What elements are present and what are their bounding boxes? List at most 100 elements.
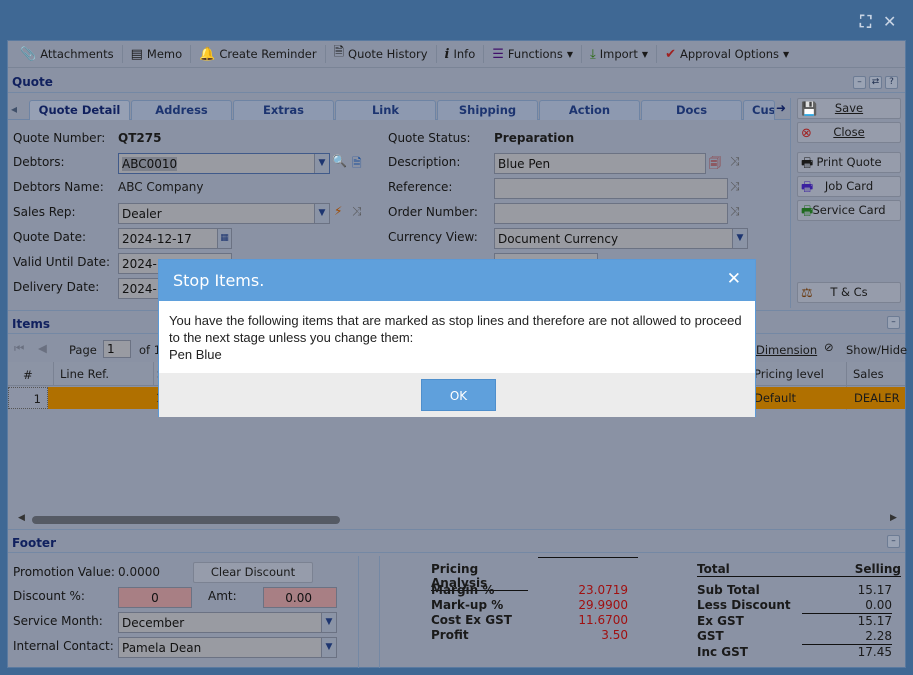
info-button[interactable]: i Info [437,45,485,63]
collapse-icon[interactable]: – [887,535,900,548]
attachments-button[interactable]: 📎 Attachments [12,45,123,63]
totals-row-label: Ex GST [697,614,744,628]
ok-button[interactable]: OK [421,379,496,411]
totals-row-label: Inc GST [697,645,748,659]
quote-panel-header: Quote [8,69,905,93]
shuffle-icon[interactable]: ⤨ [730,154,740,169]
chevron-down-icon[interactable]: ▼ [321,613,336,632]
scrollbar-thumb[interactable] [32,516,340,524]
pricing-row-value: 23.0719 [578,583,628,597]
print-quote-button[interactable]: 🖶 Print Quote [797,152,901,173]
tab-scroll-right-icon[interactable]: ➜ [776,101,786,115]
help-icon[interactable]: ? [885,76,898,89]
copy-icon[interactable]: 🗐 [709,154,721,175]
pricing-row-label: Profit [431,628,469,642]
clear-discount-button[interactable]: Clear Discount [193,562,313,583]
shuffle-icon[interactable]: ⤨ [730,179,740,194]
chevron-down-icon[interactable]: ▼ [321,638,336,657]
amt-input[interactable]: 0.00 [263,587,337,608]
service-card-button[interactable]: 🖶 Service Card [797,200,901,221]
quote-history-label: Quote History [348,47,428,61]
debtors-name-label: Debtors Name: [13,180,104,194]
chevron-down-icon[interactable]: ▼ [314,204,329,223]
pricing-row: Margin % 23.0719 [431,583,628,598]
approval-options-button[interactable]: ✔ Approval Options ▼ [657,45,797,63]
page-input[interactable]: 1 [103,340,131,358]
column-header-num[interactable]: # [23,368,33,382]
show-hide-button[interactable]: Show/Hide [846,343,907,357]
discount-input[interactable]: 0 [118,587,192,608]
refresh-icon[interactable]: ⇄ [869,76,882,89]
tab-quote-detail[interactable]: Quote Detail [29,100,130,120]
internal-contact-combo[interactable]: Pamela Dean ▼ [118,637,337,658]
column-header-pricing-level[interactable]: Pricing level [754,362,824,386]
history-icon: 🗎 [333,45,345,60]
shuffle-icon[interactable]: ⤨ [352,204,362,219]
tab-address[interactable]: Address [131,100,232,120]
memo-button[interactable]: ▤ Memo [123,45,192,63]
amt-label: Amt: [208,589,237,603]
scroll-left-icon[interactable]: ◀ [18,513,25,523]
import-button[interactable]: ⤓ Import ▼ [582,45,658,63]
close-button[interactable]: ⊗ Close [797,122,901,143]
description-field[interactable]: Blue Pen [494,153,706,174]
horizontal-scrollbar[interactable]: ◀ ▶ [8,513,905,527]
tab-action[interactable]: Action [539,100,640,120]
dimension-button[interactable]: Dimension [756,343,817,357]
collapse-icon[interactable]: – [887,316,900,329]
search-icon[interactable]: 🔍 [332,154,347,168]
chevron-down-icon[interactable]: ▼ [314,154,329,173]
create-reminder-button[interactable]: 🔔 Create Reminder [191,45,326,63]
chevron-down-icon[interactable]: ▼ [732,229,747,248]
import-label: Import [599,47,638,61]
tcs-button[interactable]: ⚖ T & Cs [797,282,901,303]
service-month-label: Service Month: [13,614,103,628]
reference-field[interactable] [494,178,728,199]
pricing-row: Mark-up % 29.9900 [431,598,628,613]
quote-number-label: Quote Number: [13,131,106,145]
pricing-row-label: Cost Ex GST [431,613,512,627]
collapse-icon[interactable]: – [853,76,866,89]
service-month-combo[interactable]: December ▼ [118,612,337,633]
printer-icon: 🖶 [801,180,814,195]
tab-docs[interactable]: Docs [641,100,742,120]
functions-label: Functions [507,47,563,61]
toolbar: 📎 Attachments ▤ Memo 🔔 Create Reminder 🗎 Quo… [8,41,905,68]
import-icon: ⤓ [589,46,596,62]
column-header-line-ref[interactable]: Line Ref. [53,362,109,386]
order-number-field[interactable] [494,203,728,224]
tab-link[interactable]: Link [335,100,436,120]
quote-number-value: QT275 [118,131,162,145]
shuffle-icon[interactable]: ⤨ [730,204,740,219]
scroll-right-icon[interactable]: ▶ [890,513,897,523]
memo-icon: ▤ [130,46,143,62]
lightning-icon[interactable]: ⚡ [334,204,342,218]
prev-page-icon[interactable]: ◀ [38,341,47,355]
save-button[interactable]: 💾 Save [797,98,901,119]
quote-date-field[interactable]: 2024-12-17 ▦ [118,228,232,249]
tab-scroll-left-icon[interactable]: ◂ [11,102,17,116]
currency-view-combo[interactable]: Document Currency ▼ [494,228,748,249]
tab-extras[interactable]: Extras [233,100,334,120]
internal-contact-value: Pamela Dean [122,641,202,655]
totals-table: Sub Total 15.17 Less Discount 0.00 Ex GST 15.… [697,583,892,660]
functions-button[interactable]: ☰ Functions ▼ [484,45,582,63]
debtors-combo[interactable]: ABC0010 ▼ [118,153,330,174]
cancel-icon: ⊗ [801,126,812,141]
debtor-info-icon[interactable]: 🗎 [352,154,362,175]
maximize-icon[interactable]: ⛶ [860,12,871,32]
service-month-value: December [122,616,185,630]
caret-down-icon: ▼ [566,49,573,59]
pricing-row: Profit 3.50 [431,628,628,643]
calendar-icon[interactable]: ▦ [217,229,231,248]
sales-rep-value: Dealer [122,207,162,221]
tab-cus[interactable]: Cus [743,100,775,120]
sales-rep-combo[interactable]: Dealer ▼ [118,203,330,224]
job-card-button[interactable]: 🖶 Job Card [797,176,901,197]
quote-history-button[interactable]: 🗎 Quote History [326,45,437,63]
description-label: Description: [388,155,461,169]
close-icon[interactable]: ✕ [727,269,741,289]
first-page-icon[interactable]: ⏮ [14,341,24,356]
close-icon[interactable]: ✕ [883,12,896,31]
tab-shipping[interactable]: Shipping [437,100,538,120]
